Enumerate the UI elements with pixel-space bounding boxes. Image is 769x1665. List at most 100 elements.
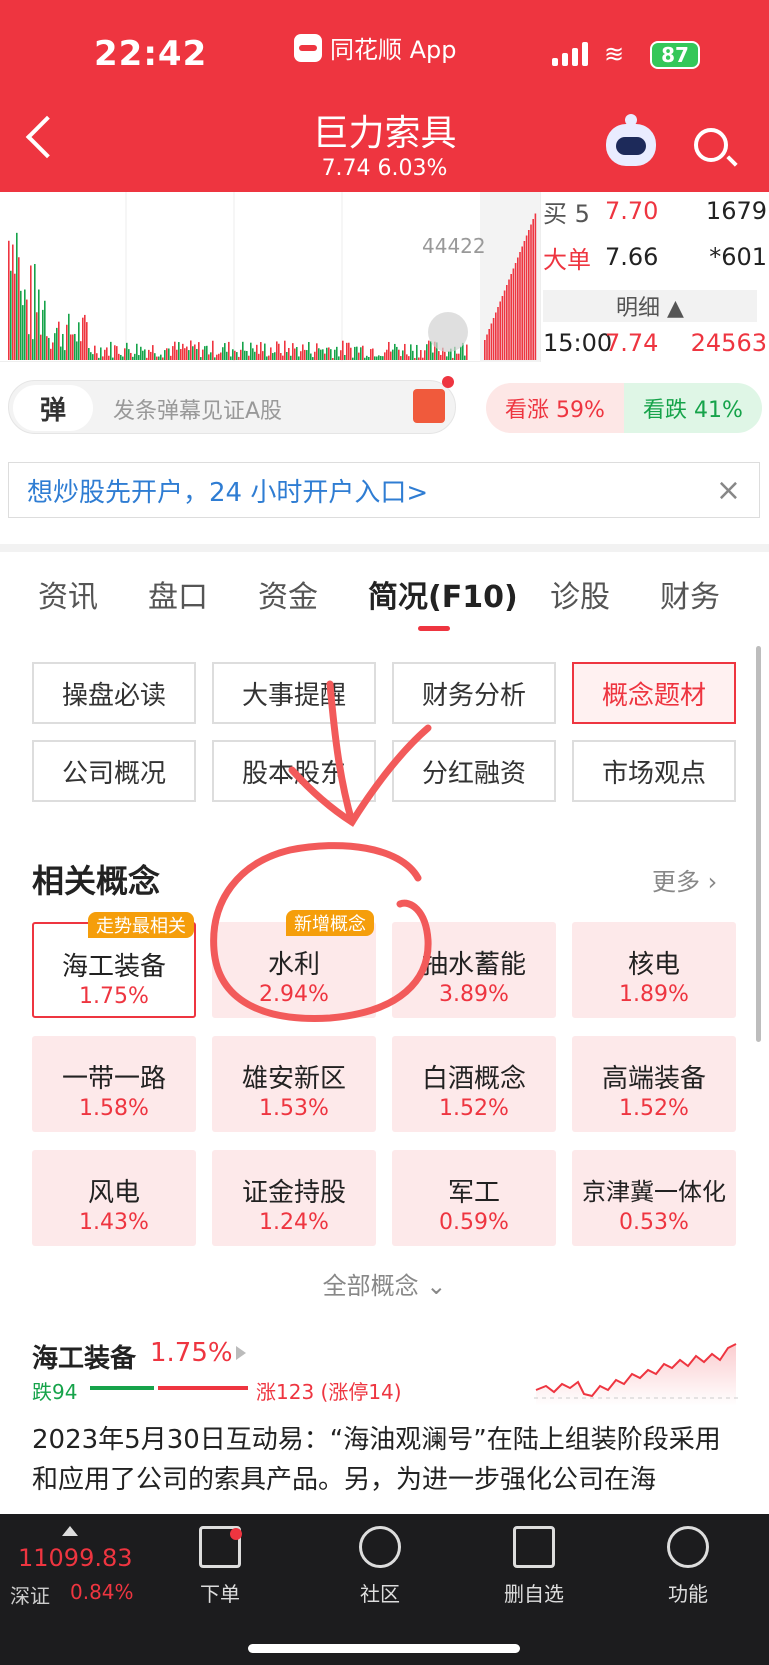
fullscreen-icon[interactable] [428,312,468,352]
auction-bar [521,246,523,360]
concept-card[interactable]: 新增概念 水利 2.94% [212,910,376,1018]
volume-bar [254,351,256,360]
stock-price: 7.74 6.03% [321,156,448,181]
volume-bar [256,344,258,360]
bear-button[interactable]: 看跌 41% [624,383,762,433]
gift-icon[interactable] [413,389,445,423]
concept-name: 白酒概念 [421,1064,526,1094]
volume-bar [180,349,182,360]
all-concepts-button[interactable]: 全部概念 ⌄ [0,1266,769,1301]
volume-bar [164,350,166,360]
account-banner[interactable]: 想炒股先开户，24 小时开户入口> × [8,462,760,518]
tab-funds[interactable]: 资金 [258,572,318,616]
auction-bar [492,318,495,360]
tab-diagnosis[interactable]: 诊股 [550,572,610,616]
grid-events[interactable]: 大事提醒 [212,662,376,724]
concept-card[interactable]: 走势最相关 海工装备 1.75% [32,912,196,1018]
volume-bar [172,346,174,360]
detail-toggle[interactable]: 明细 ▲ [543,290,757,322]
volume-bar [128,349,130,360]
volume-bar [410,344,412,360]
close-icon[interactable]: × [716,473,741,508]
auction-bar [517,257,519,360]
grid-shareholders[interactable]: 股本股东 [212,740,376,802]
concept-card[interactable]: 白酒概念 1.52% [392,1036,556,1132]
volume-bar [94,345,96,360]
auction-bar [530,224,532,360]
volume-bar [50,348,52,360]
assistant-robot-icon[interactable] [606,114,656,166]
nav-label: 下单 [200,1582,240,1606]
banner-text[interactable]: 想炒股先开户，24 小时开户入口> [9,472,428,509]
barrage-toggle[interactable]: 弹 [13,385,93,431]
search-icon[interactable] [694,128,728,162]
order-time: 15:00 [543,329,613,357]
volume-bar [228,341,230,360]
order-volume: 1679 [705,197,767,225]
concept-card[interactable]: 雄安新区 1.53% [212,1036,376,1132]
bull-button[interactable]: 看涨 59% [486,383,624,433]
home-indicator[interactable] [248,1644,520,1653]
volume-bar [268,355,270,360]
volume-bar [250,342,252,360]
concept-card[interactable]: 高端装备 1.52% [572,1036,736,1132]
volume-bar [332,357,334,360]
volume-bar [246,350,248,360]
concept-card[interactable]: 证金持股 1.24% [212,1150,376,1246]
scrollbar[interactable] [756,646,761,1042]
tab-order-book[interactable]: 盘口 [148,572,208,616]
volume-bar [216,354,218,360]
grid-financial-analysis[interactable]: 财务分析 [392,662,556,724]
order-row-tick: 15:00 7.74 24563 [541,324,769,362]
volume-bar [422,357,424,360]
concept-card[interactable]: 风电 1.43% [32,1150,196,1246]
concept-name: 水利 [267,950,320,980]
nav-community[interactable]: 社区 [320,1526,440,1607]
grid-dividends[interactable]: 分红融资 [392,740,556,802]
concept-pct: 0.59% [439,1210,509,1235]
more-link[interactable]: 更多 › [652,862,717,897]
grid-market-views[interactable]: 市场观点 [572,740,736,802]
nav-remove-watchlist[interactable]: 删自选 [474,1526,594,1607]
concept-card[interactable]: 军工 0.59% [392,1150,556,1246]
volume-bar [322,349,324,360]
volume-bar [264,343,266,360]
detail-title[interactable]: 海工装备 [32,1338,136,1375]
tab-finance[interactable]: 财务 [660,572,720,616]
grid-concepts[interactable]: 概念题材 [572,662,736,724]
volume-bar [148,349,150,360]
sparkline [534,1343,738,1406]
concept-card[interactable]: 京津冀一体化 0.53% [572,1150,736,1246]
tab-f10[interactable]: 简况(F10) [368,572,518,616]
order-volume: *601 [709,243,767,271]
order-label: 大单 [543,245,591,274]
volume-bar [24,289,26,360]
volume-bar [302,344,304,360]
concept-card[interactable]: 核电 1.89% [572,922,736,1018]
nav-order[interactable]: 下单 [160,1526,280,1607]
concept-name: 海工装备 [61,952,166,982]
barrage-input[interactable]: 弹 发条弹幕见证A股 [8,380,456,434]
grid-must-read[interactable]: 操盘必读 [32,662,196,724]
index-value[interactable]: 11099.83 [18,1544,133,1572]
volume-bar [274,352,276,360]
volume-bar [22,305,24,360]
volume-bar [440,354,442,360]
concept-pct: 1.53% [259,1096,329,1121]
grid-company-profile[interactable]: 公司概况 [32,740,196,802]
volume-bar [236,352,238,360]
volume-bar [200,357,202,360]
volume-bar [418,357,420,360]
concept-card[interactable]: 一带一路 1.58% [32,1036,196,1132]
volume-bar [16,232,18,360]
volume-bar [192,346,194,360]
concept-card[interactable]: 抽水蓄能 3.89% [392,922,556,1018]
volume-bar [382,356,384,360]
play-arrow-icon[interactable] [236,1346,246,1360]
up-caret-icon[interactable] [62,1526,78,1536]
volume-bar [312,357,314,360]
nav-functions[interactable]: 功能 [628,1526,748,1607]
volume-bar [438,351,440,360]
tab-news[interactable]: 资讯 [38,572,98,616]
volume-bar [174,341,176,360]
